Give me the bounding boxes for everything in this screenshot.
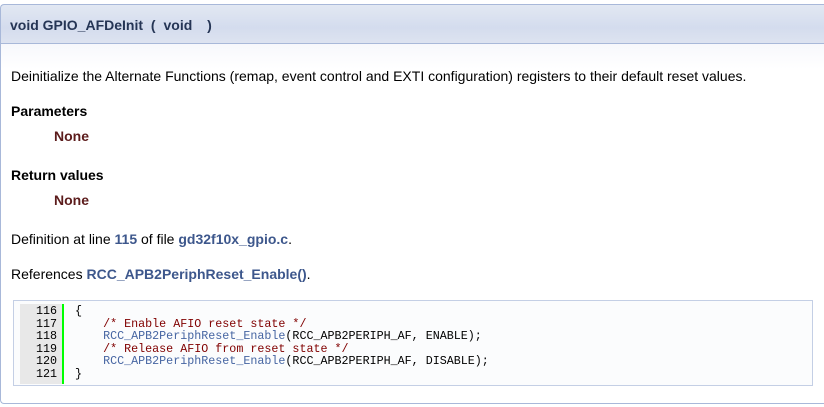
references-suffix: . — [306, 266, 311, 282]
definition-line: Definition at line 115 of file gd32f10x_… — [11, 231, 292, 247]
code-text: } — [75, 367, 83, 381]
code-function-link[interactable]: RCC_APB2PeriphReset_Enable — [103, 354, 285, 368]
references-prefix: References — [11, 266, 87, 282]
reference-function-link[interactable]: RCC_APB2PeriphReset_Enable() — [86, 266, 306, 282]
parameters-heading: Parameters — [11, 103, 88, 119]
line-number[interactable]: 121 — [20, 368, 57, 381]
parameters-value: None — [54, 128, 89, 144]
function-signature: void GPIO_AFDeInit ( void ) — [10, 17, 212, 33]
function-documentation: Deinitialize the Alternate Functions (re… — [0, 44, 824, 404]
brief-description: Deinitialize the Alternate Functions (re… — [11, 68, 747, 84]
function-prototype-header: void GPIO_AFDeInit ( void ) — [0, 4, 824, 44]
code-fragment: 116{117 /* Enable AFIO reset state */118… — [13, 300, 813, 386]
return-values-heading: Return values — [11, 167, 104, 183]
function-name: GPIO_AFDeInit — [42, 17, 144, 33]
definition-line-link[interactable]: 115 — [115, 231, 138, 247]
return-type: void — [10, 17, 39, 33]
line-number[interactable]: 116 — [20, 305, 57, 318]
definition-middle: of file — [137, 231, 179, 247]
definition-prefix: Definition at line — [11, 231, 115, 247]
code-text: RCC_APB2PeriphReset_Enable(RCC_APB2PERIP… — [103, 354, 489, 369]
close-paren: ) — [207, 17, 212, 33]
definition-suffix: . — [288, 231, 292, 247]
references-line: References RCC_APB2PeriphReset_Enable(). — [11, 266, 311, 282]
return-values-value: None — [54, 192, 89, 208]
line-number[interactable]: 118 — [20, 330, 57, 343]
param-type: void — [163, 17, 193, 33]
code-text: { — [75, 304, 83, 318]
source-file-link[interactable]: gd32f10x_gpio.c — [178, 231, 288, 247]
open-paren: ( — [150, 17, 156, 33]
